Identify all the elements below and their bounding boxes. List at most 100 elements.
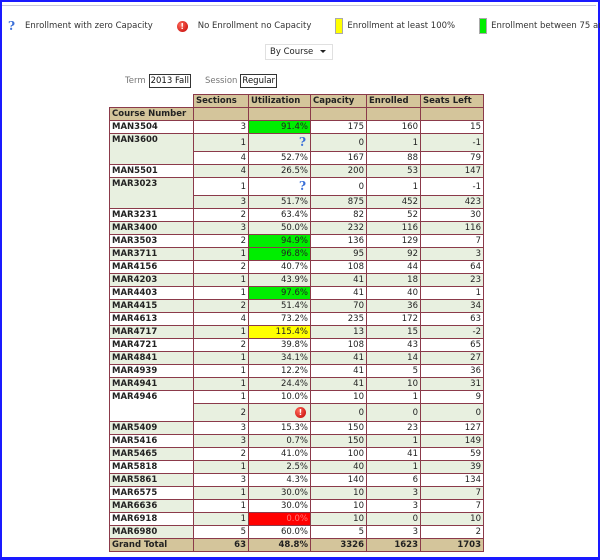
capacity-cell: 10 xyxy=(310,499,367,513)
sections-cell: 2 xyxy=(193,208,249,222)
table-row: MAR6636 1 30.0% 10 3 7 xyxy=(109,499,484,513)
utilization-cell: ? xyxy=(248,133,311,152)
seats-left-cell: 127 xyxy=(420,421,484,435)
course-number-cell[interactable]: MAR4156 xyxy=(109,260,194,274)
capacity-cell: 5 xyxy=(310,525,367,539)
sections-cell: 3 xyxy=(193,195,249,209)
course-number-cell[interactable]: MAR4403 xyxy=(109,286,194,300)
course-number-cell[interactable]: MAR4939 xyxy=(109,364,194,378)
capacity-cell: 875 xyxy=(310,195,367,209)
seats-left-cell: -2 xyxy=(420,325,484,339)
course-number-cell[interactable]: MAR5416 xyxy=(109,434,194,448)
course-number-cell[interactable]: MAR4203 xyxy=(109,273,194,287)
seats-left-cell: 30 xyxy=(420,208,484,222)
session-value[interactable]: Regular xyxy=(240,74,278,88)
seats-left-cell: 3 xyxy=(420,247,484,261)
course-number-cell[interactable]: MAR4841 xyxy=(109,351,194,365)
table-row: MAN3600 1? 0 1 -1 xyxy=(109,133,484,165)
course-number-cell[interactable]: MAR4721 xyxy=(109,338,194,352)
capacity-cell: 95 xyxy=(310,247,367,261)
term-label: Term xyxy=(125,76,146,86)
enrolled-cell: 172 xyxy=(366,312,421,326)
table-row: MAR5416 3 0.7% 150 1 149 xyxy=(109,434,484,448)
sections-cell: 4 xyxy=(193,151,249,165)
session-label: Session xyxy=(204,76,238,86)
utilization-cell: 115.4% xyxy=(248,325,311,339)
course-number-cell[interactable]: MAR4613 xyxy=(109,312,194,326)
seats-left-cell: 15 xyxy=(420,120,484,134)
course-number-cell[interactable]: MAR4415 xyxy=(109,299,194,313)
course-number-cell[interactable]: MAR5818 xyxy=(109,460,194,474)
course-number-cell[interactable]: MAR3503 xyxy=(109,234,194,248)
course-number-cell[interactable]: MAR6575 xyxy=(109,486,194,500)
course-number-cell[interactable]: MAR3400 xyxy=(109,221,194,235)
row-header-course-number[interactable]: Course Number xyxy=(109,107,194,121)
course-number-cell[interactable]: MAR5465 xyxy=(109,447,194,461)
course-number-cell[interactable]: MAR6918 xyxy=(109,512,194,526)
course-number-cell[interactable]: MAR3231 xyxy=(109,208,194,222)
sections-cell: 1 xyxy=(193,273,249,287)
top-divider xyxy=(2,5,596,6)
utilization-cell: 0.0% xyxy=(248,512,311,526)
capacity-cell: 167 xyxy=(310,151,367,165)
col-header-enrolled[interactable]: Enrolled xyxy=(366,94,421,108)
capacity-cell: 100 xyxy=(310,447,367,461)
capacity-cell: 0 xyxy=(310,177,367,196)
sections-cell: 3 xyxy=(193,221,249,235)
legend-label: Enrollment between 75 and 99.9% xyxy=(491,21,600,31)
sections-cell: 2 xyxy=(193,338,249,352)
col-header-utilization[interactable]: Utilization xyxy=(248,94,311,108)
sections-cell: 3 xyxy=(193,421,249,435)
course-number-cell[interactable]: MAR5861 xyxy=(109,473,194,487)
view-select[interactable]: By Course xyxy=(265,44,333,60)
table-row: MAR4939 1 12.2% 41 5 36 xyxy=(109,364,484,378)
table-row: MAR5409 3 15.3% 150 23 127 xyxy=(109,421,484,435)
utilization-cell: 30.0% xyxy=(248,486,311,500)
course-number-cell[interactable]: MAR4941 xyxy=(109,377,194,391)
seats-left-cell: 116 xyxy=(420,221,484,235)
seats-left-cell: 34 xyxy=(420,299,484,313)
course-number-cell[interactable]: MAR4946 xyxy=(109,390,194,422)
course-number-cell[interactable]: MAN5501 xyxy=(109,164,194,178)
utilization-cell: 0.7% xyxy=(248,434,311,448)
course-number-cell[interactable]: MAR6636 xyxy=(109,499,194,513)
enrolled-cell: 160 xyxy=(366,120,421,134)
utilization-cell: 60.0% xyxy=(248,525,311,539)
exclamation-icon: ! xyxy=(295,407,306,418)
utilization-cell: 96.8% xyxy=(248,247,311,261)
utilization-cell: 50.0% xyxy=(248,221,311,235)
table-row: MAR5861 3 4.3% 140 6 134 xyxy=(109,473,484,487)
col-header-capacity[interactable]: Capacity xyxy=(310,94,367,108)
capacity-cell: 200 xyxy=(310,164,367,178)
enrolled-cell: 1 xyxy=(366,177,421,196)
utilization-cell: 26.5% xyxy=(248,164,311,178)
col-header-sections[interactable]: Sections xyxy=(193,94,249,108)
sections-cell: 5 xyxy=(193,525,249,539)
capacity-cell: 10 xyxy=(310,390,367,404)
course-number-cell[interactable]: MAR3711 xyxy=(109,247,194,261)
sections-cell: 1 xyxy=(193,499,249,513)
enrolled-cell: 52 xyxy=(366,208,421,222)
utilization-cell: 51.7% xyxy=(248,195,311,209)
total-capacity: 3326 xyxy=(310,538,367,552)
capacity-cell: 150 xyxy=(310,434,367,448)
enrolled-cell: 116 xyxy=(366,221,421,235)
course-number-cell[interactable]: MAN3600 xyxy=(109,133,194,165)
capacity-cell: 70 xyxy=(310,299,367,313)
green-swatch-icon xyxy=(479,18,488,34)
capacity-cell: 41 xyxy=(310,286,367,300)
course-number-cell[interactable]: MAR6980 xyxy=(109,525,194,539)
course-number-cell[interactable]: MAR3023 xyxy=(109,177,194,209)
table-row: MAR6918 1 0.0% 10 0 10 xyxy=(109,512,484,526)
course-number-cell[interactable]: MAN3504 xyxy=(109,120,194,134)
enrolled-cell: 53 xyxy=(366,164,421,178)
table-row: MAR5465 2 41.0% 100 41 59 xyxy=(109,447,484,461)
col-header-seats-left[interactable]: Seats Left xyxy=(420,94,484,108)
capacity-cell: 108 xyxy=(310,338,367,352)
term-value[interactable]: 2013 Fall xyxy=(148,74,191,88)
sections-cell: 4 xyxy=(193,164,249,178)
filters-bar: Term 2013 Fall Session Regular xyxy=(125,74,291,88)
course-number-cell[interactable]: MAR4717 xyxy=(109,325,194,339)
enrolled-cell: 3 xyxy=(366,525,421,539)
course-number-cell[interactable]: MAR5409 xyxy=(109,421,194,435)
